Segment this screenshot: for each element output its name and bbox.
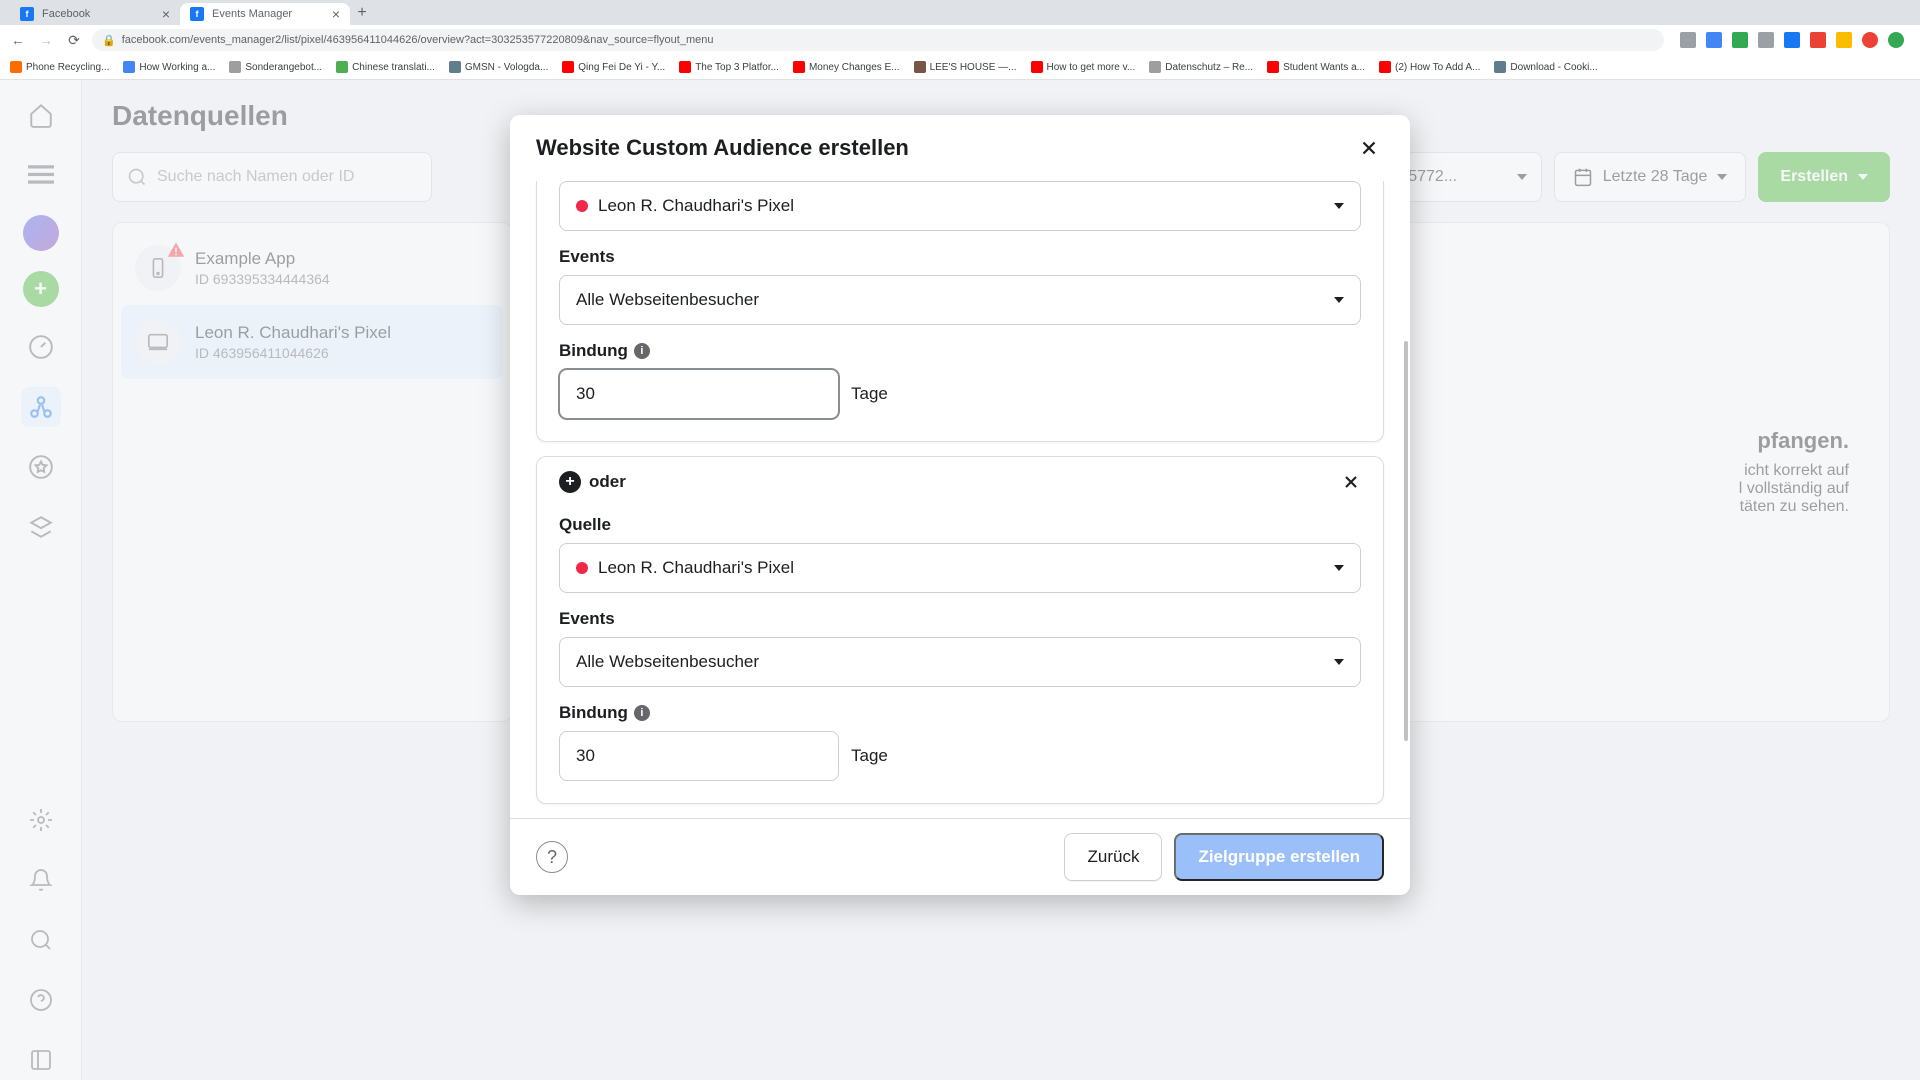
close-icon[interactable]: × — [162, 6, 170, 22]
retention-days-input[interactable] — [559, 369, 839, 419]
bookmark-item[interactable]: Sonderangebot... — [229, 61, 322, 73]
events-value: Alle Webseitenbesucher — [576, 652, 759, 672]
ext-icon[interactable] — [1836, 32, 1852, 48]
bookmark-item[interactable]: Download - Cooki... — [1494, 61, 1597, 73]
back-button[interactable]: Zurück — [1064, 833, 1162, 881]
bookmark-item[interactable]: The Top 3 Platfor... — [679, 61, 779, 73]
forward-button[interactable]: → — [36, 30, 56, 50]
events-select[interactable]: Alle Webseitenbesucher — [559, 275, 1361, 325]
remove-group-button[interactable] — [1341, 472, 1361, 492]
ext-icon[interactable] — [1862, 32, 1878, 48]
address-bar[interactable]: 🔒 facebook.com/events_manager2/list/pixe… — [92, 29, 1664, 51]
lock-icon: 🔒 — [102, 34, 116, 47]
close-icon — [1358, 137, 1380, 159]
source-select[interactable]: Leon R. Chaudhari's Pixel — [559, 543, 1361, 593]
chevron-down-icon — [1334, 297, 1344, 303]
bookmark-item[interactable]: Datenschutz – Re... — [1149, 61, 1253, 73]
bookmark-item[interactable]: How Working a... — [123, 61, 215, 73]
ext-icon[interactable] — [1758, 32, 1774, 48]
ext-icon[interactable] — [1706, 32, 1722, 48]
bookmark-item[interactable]: Money Changes E... — [793, 61, 900, 73]
bookmark-item[interactable]: Student Wants a... — [1267, 61, 1365, 73]
extension-icons — [1672, 32, 1912, 48]
events-value: Alle Webseitenbesucher — [576, 290, 759, 310]
source-value: Leon R. Chaudhari's Pixel — [598, 558, 794, 578]
bookmark-item[interactable]: LEE'S HOUSE —... — [914, 61, 1017, 73]
close-icon — [1341, 472, 1361, 492]
chevron-down-icon — [1334, 203, 1344, 209]
ext-icon[interactable] — [1680, 32, 1696, 48]
days-label: Tage — [851, 384, 888, 404]
browser-tab-events[interactable]: f Events Manager × — [180, 3, 350, 25]
rule-group: + oder Quelle Leon R. Chaudhari's Pixel … — [536, 456, 1384, 804]
url-text: facebook.com/events_manager2/list/pixel/… — [122, 34, 714, 46]
browser-tab-facebook[interactable]: f Facebook × — [10, 3, 180, 25]
events-label: Events — [559, 247, 1361, 267]
bindung-label: Bindung i — [559, 341, 1361, 361]
new-tab-button[interactable]: + — [350, 1, 374, 25]
bookmark-bar: Phone Recycling... How Working a... Sond… — [0, 55, 1920, 80]
scrollbar[interactable] — [1404, 341, 1408, 741]
quelle-label: Quelle — [559, 515, 1361, 535]
info-icon[interactable]: i — [634, 705, 650, 721]
ext-icon[interactable] — [1810, 32, 1826, 48]
bookmark-item[interactable]: How to get more v... — [1031, 61, 1136, 73]
tab-bar: f Facebook × f Events Manager × + — [0, 0, 1920, 25]
avatar-icon[interactable] — [1888, 32, 1904, 48]
bookmark-item[interactable]: GMSN - Vologda... — [449, 61, 548, 73]
bookmark-item[interactable]: Phone Recycling... — [10, 61, 109, 73]
ext-icon[interactable] — [1732, 32, 1748, 48]
plus-icon: + — [559, 471, 581, 493]
reload-button[interactable]: ⟳ — [64, 30, 84, 50]
create-audience-modal: Website Custom Audience erstellen Leon R… — [510, 115, 1410, 895]
bookmark-item[interactable]: Chinese translati... — [336, 61, 435, 73]
chevron-down-icon — [1334, 659, 1344, 665]
or-label: oder — [589, 472, 626, 492]
help-button[interactable]: ? — [536, 841, 568, 873]
days-label: Tage — [851, 746, 888, 766]
address-bar-row: ← → ⟳ 🔒 facebook.com/events_manager2/lis… — [0, 25, 1920, 55]
status-dot-icon — [576, 200, 588, 212]
events-select[interactable]: Alle Webseitenbesucher — [559, 637, 1361, 687]
back-button[interactable]: ← — [8, 30, 28, 50]
modal-close-button[interactable] — [1354, 133, 1384, 163]
retention-days-input[interactable] — [559, 731, 839, 781]
source-value: Leon R. Chaudhari's Pixel — [598, 196, 794, 216]
browser-chrome: f Facebook × f Events Manager × + ← → ⟳ … — [0, 0, 1920, 80]
tab-title: Facebook — [42, 8, 90, 20]
modal-title: Website Custom Audience erstellen — [536, 135, 909, 161]
info-icon[interactable]: i — [634, 343, 650, 359]
tab-title: Events Manager — [212, 8, 292, 20]
modal-wrapper: Website Custom Audience erstellen Leon R… — [0, 80, 1920, 1080]
rule-group: Leon R. Chaudhari's Pixel Events Alle We… — [536, 181, 1384, 442]
close-icon[interactable]: × — [332, 6, 340, 22]
events-label: Events — [559, 609, 1361, 629]
status-dot-icon — [576, 562, 588, 574]
chevron-down-icon — [1334, 565, 1344, 571]
bookmark-item[interactable]: (2) How To Add A... — [1379, 61, 1480, 73]
bindung-label: Bindung i — [559, 703, 1361, 723]
create-audience-button[interactable]: Zielgruppe erstellen — [1174, 833, 1384, 881]
source-select[interactable]: Leon R. Chaudhari's Pixel — [559, 181, 1361, 231]
bookmark-item[interactable]: Qing Fei De Yi - Y... — [562, 61, 665, 73]
ext-icon[interactable] — [1784, 32, 1800, 48]
